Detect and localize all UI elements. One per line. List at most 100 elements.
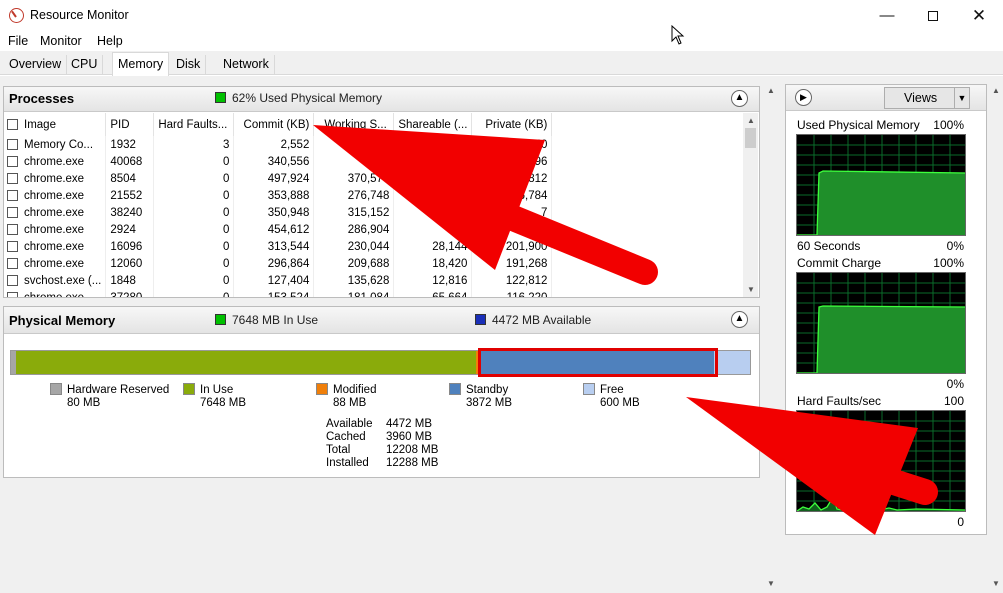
cell-image: chrome.exe xyxy=(3,289,107,297)
table-row[interactable]: chrome.exe 40068 0 340,556 365 3,796 xyxy=(3,153,553,170)
minimize-button[interactable]: — xyxy=(864,0,910,31)
standby-highlight-box xyxy=(478,348,718,377)
cell-pid: 1932 xyxy=(105,136,155,153)
row-checkbox[interactable] xyxy=(7,274,18,286)
used-memory-summary: 62% Used Physical Memory xyxy=(232,91,383,105)
cell-private: 201,900 xyxy=(471,238,553,255)
column-image[interactable]: Image xyxy=(3,113,107,136)
table-row[interactable]: Memory Co... 1932 3 2,552 0 601,640 xyxy=(3,136,553,153)
maximize-button[interactable] xyxy=(910,0,956,31)
cell-private: 46,812 xyxy=(471,170,553,187)
cell-pid: 12060 xyxy=(105,255,155,272)
cell-image: Memory Co... xyxy=(3,136,107,153)
cell-shareable xyxy=(393,204,473,221)
cell-working-set: 365 xyxy=(313,153,395,170)
select-all-checkbox[interactable] xyxy=(7,118,18,130)
tab-overview[interactable]: Overview xyxy=(4,55,68,75)
memory-bar-in-use xyxy=(15,351,476,374)
cell-commit: 313,544 xyxy=(233,238,315,255)
column-hard-faults[interactable]: Hard Faults... xyxy=(153,113,235,136)
table-row[interactable]: chrome.exe 8504 0 497,924 370,576 46,812 xyxy=(3,170,553,187)
cell-shareable: 0 xyxy=(393,136,473,153)
tab-network[interactable]: Network xyxy=(218,55,275,75)
tab-memory[interactable]: Memory xyxy=(112,52,170,76)
legend-value: 3872 MB xyxy=(466,397,513,409)
cell-private: 7 xyxy=(471,204,553,221)
graph-max-label: 100% xyxy=(933,118,964,132)
table-row[interactable]: chrome.exe372800153,524181,08465,664116,… xyxy=(3,289,553,297)
cell-working-set: 181,084 xyxy=(313,289,395,297)
row-checkbox[interactable] xyxy=(7,291,18,297)
window-scroll-down-icon[interactable]: ▼ xyxy=(989,579,1003,588)
main-scroll-down-icon[interactable]: ▼ xyxy=(764,579,778,588)
table-row[interactable]: chrome.exe 38240 0 350,948 315,152 7 xyxy=(3,204,553,221)
menu-file[interactable]: File xyxy=(8,34,28,48)
legend-value: 88 MB xyxy=(333,397,367,409)
cell-working-set: 370,576 xyxy=(313,170,395,187)
table-row[interactable]: svchost.exe (... 1848 0 127,404 135,628 12,81… xyxy=(3,272,553,289)
row-checkbox[interactable] xyxy=(7,223,18,235)
main-scrollbar[interactable] xyxy=(763,76,778,593)
cell-shareable: 28,144 xyxy=(393,238,473,255)
row-checkbox[interactable] xyxy=(7,240,18,252)
physical-memory-header[interactable] xyxy=(4,307,759,334)
tab-disk[interactable]: Disk xyxy=(171,55,207,75)
row-checkbox[interactable] xyxy=(7,138,18,150)
tab-cpu[interactable]: CPU xyxy=(66,55,104,75)
expand-graphs-button[interactable]: ▶ xyxy=(795,89,812,106)
row-checkbox[interactable] xyxy=(7,172,18,184)
legend-label: Modified xyxy=(333,384,377,396)
menu-bar xyxy=(0,31,1003,51)
views-dropdown-icon[interactable]: ▼ xyxy=(954,88,969,108)
physical-memory-collapse-button[interactable]: ▲ xyxy=(731,311,748,328)
table-row[interactable]: chrome.exe 12060 0 296,864 209,688 18,420 191,… xyxy=(3,255,553,272)
maximize-icon xyxy=(928,11,938,21)
row-checkbox[interactable] xyxy=(7,189,18,201)
cell-pid: 38240 xyxy=(105,204,155,221)
legend-label: Hardware Reserved xyxy=(67,384,170,396)
column-shareable[interactable]: Shareable (... xyxy=(393,113,473,136)
memory-stat-row: Cached 3960 MB xyxy=(326,431,438,444)
processes-scroll-thumb[interactable] xyxy=(745,128,756,148)
row-checkbox[interactable] xyxy=(7,257,18,269)
table-row[interactable]: chrome.exe 16096 0 313,544 230,044 28,144 201,… xyxy=(3,238,553,255)
column-private[interactable]: Private (KB) xyxy=(471,113,553,136)
menu-monitor[interactable]: Monitor xyxy=(40,34,82,48)
processes-collapse-button[interactable]: ▲ xyxy=(731,90,748,107)
mouse-cursor-icon xyxy=(671,25,685,45)
graph-canvas xyxy=(796,410,966,512)
physical-memory-title: Physical Memory xyxy=(9,313,116,328)
cell-shareable: 12,816 xyxy=(393,272,473,289)
column-commit[interactable]: Commit (KB) xyxy=(233,113,315,136)
table-row[interactable]: chrome.exe 21552 0 353,888 276,748 246,784 xyxy=(3,187,553,204)
window-scrollbar[interactable] xyxy=(988,76,1003,593)
table-row[interactable]: chrome.exe 2924 0 454,612 286,904 65, 22 xyxy=(3,221,553,238)
cell-image: chrome.exe xyxy=(3,153,107,170)
row-checkbox[interactable] xyxy=(7,206,18,218)
cell-commit: 454,612 xyxy=(233,221,315,238)
menu-help[interactable]: Help xyxy=(97,34,123,48)
row-checkbox[interactable] xyxy=(7,155,18,167)
cell-pid: 2924 xyxy=(105,221,155,238)
cell-working-set: 276,748 xyxy=(313,187,395,204)
in-use-summary: 7648 MB In Use xyxy=(232,313,319,327)
cell-commit: 153,524 xyxy=(233,289,315,297)
main-scroll-up-icon[interactable]: ▲ xyxy=(764,86,778,95)
stat-value: 12288 MB xyxy=(386,457,439,469)
processes-table-body: Memory Co... 1932 3 2,552 0 601,640 chrome.exe… xyxy=(3,136,553,297)
scroll-up-icon[interactable]: ▲ xyxy=(744,116,758,125)
cell-private: 246,784 xyxy=(471,187,553,204)
memory-stat-row: Installed 12288 MB xyxy=(326,457,438,470)
minimize-icon: — xyxy=(879,7,895,24)
scroll-down-icon[interactable]: ▼ xyxy=(744,285,758,294)
cell-pid: 1848 xyxy=(105,272,155,289)
cell-shareable: 65, xyxy=(393,221,473,238)
graph-title: Commit Charge xyxy=(797,256,882,270)
window-scroll-up-icon[interactable]: ▲ xyxy=(989,86,1003,95)
close-button[interactable]: ✕ xyxy=(956,0,1002,31)
column-pid[interactable]: PID xyxy=(105,113,155,136)
cell-commit: 296,864 xyxy=(233,255,315,272)
cell-pid: 8504 xyxy=(105,170,155,187)
column-working-set[interactable]: Working S... xyxy=(313,113,395,136)
cell-image: chrome.exe xyxy=(3,187,107,204)
